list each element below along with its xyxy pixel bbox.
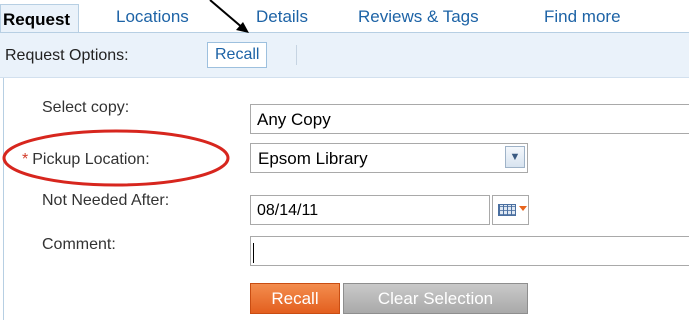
select-copy-label: Select copy:: [42, 99, 130, 116]
select-copy-field[interactable]: Any Copy: [250, 104, 689, 134]
recall-option-link[interactable]: Recall: [207, 42, 268, 68]
pickup-location-value: Epsom Library: [258, 149, 368, 168]
calendar-button[interactable]: [492, 195, 529, 225]
text-cursor: [253, 242, 254, 263]
tab-find-more[interactable]: Find more: [544, 7, 621, 27]
request-panel: Request Locations Details Reviews & Tags…: [0, 0, 689, 320]
request-options-label: Request Options:: [5, 47, 129, 64]
recall-button[interactable]: Recall: [250, 283, 340, 314]
calendar-icon: [498, 204, 516, 216]
tab-request[interactable]: Request: [0, 4, 80, 33]
option-separator: [296, 45, 297, 65]
pickup-location-label: * Pickup Location:: [22, 151, 150, 169]
tab-locations[interactable]: Locations: [116, 7, 189, 27]
pickup-location-label-text: Pickup Location:: [32, 151, 150, 168]
chevron-down-icon[interactable]: ▼: [505, 146, 525, 168]
panel-border: [3, 78, 4, 320]
tab-bar: Request Locations Details Reviews & Tags…: [0, 0, 689, 33]
pickup-location-select[interactable]: Epsom Library ▼: [250, 143, 528, 173]
required-marker: *: [22, 151, 29, 168]
tab-details[interactable]: Details: [256, 7, 308, 27]
tab-reviews-tags[interactable]: Reviews & Tags: [358, 7, 479, 27]
request-options-bar: Request Options: Recall: [0, 33, 689, 78]
comment-label: Comment:: [42, 236, 116, 253]
comment-field[interactable]: [250, 236, 689, 266]
clear-selection-button[interactable]: Clear Selection: [343, 283, 528, 314]
not-needed-after-label: Not Needed After:: [42, 192, 170, 209]
not-needed-after-field[interactable]: 08/14/11: [250, 195, 490, 225]
caret-down-icon: [519, 206, 527, 211]
